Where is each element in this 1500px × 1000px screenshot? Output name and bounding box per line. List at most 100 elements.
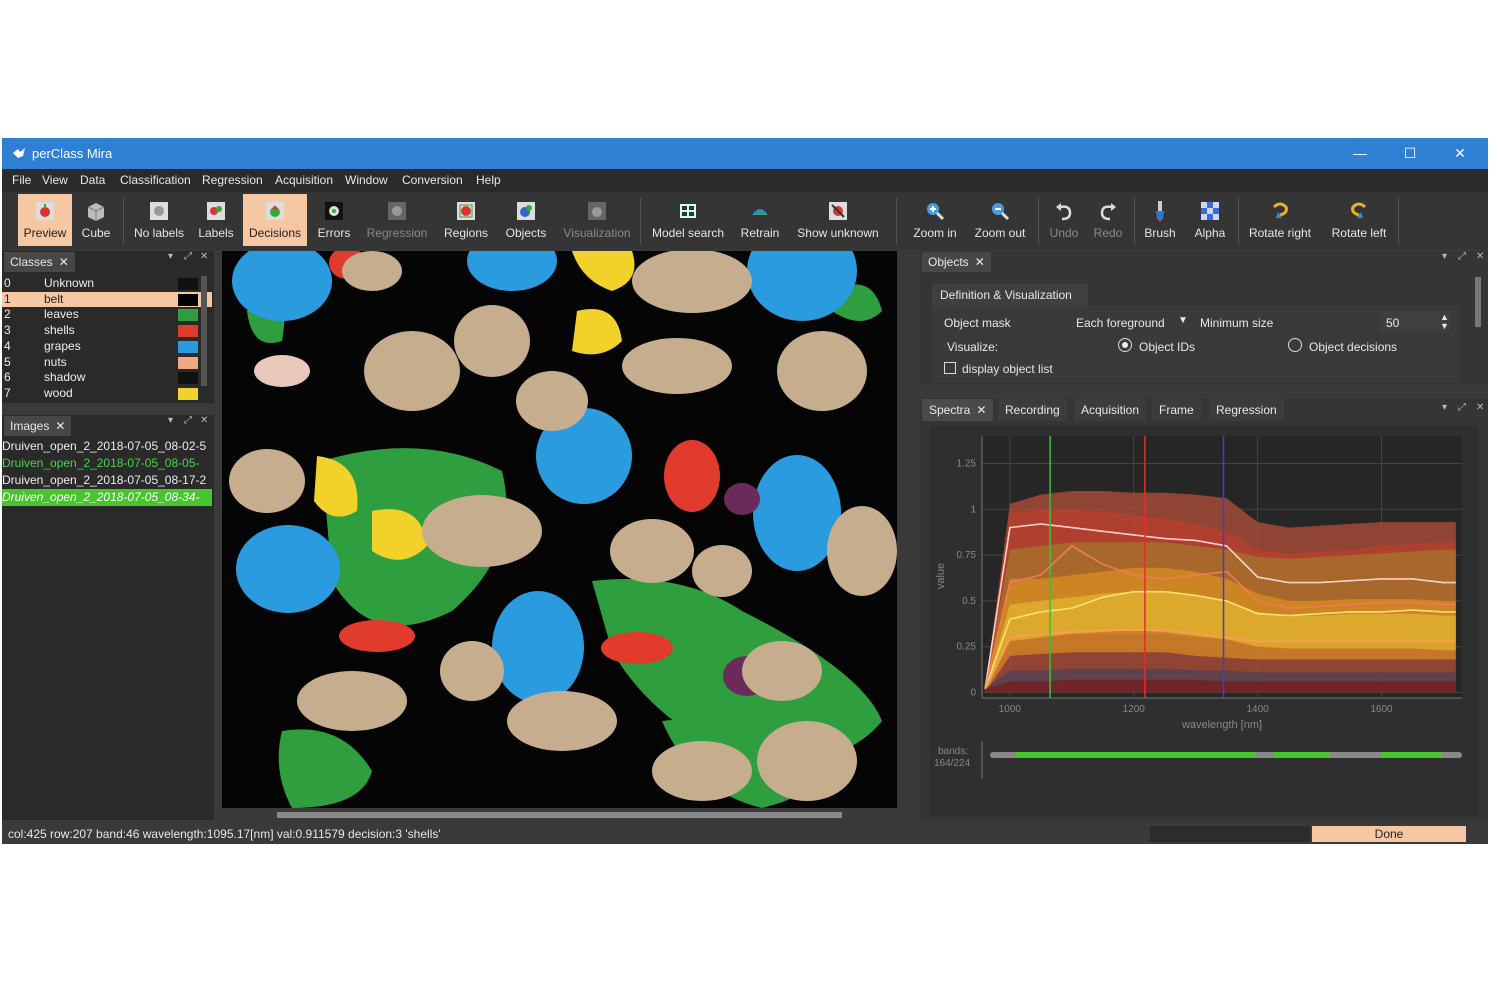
object-mask-select[interactable]: Each foreground ▼ bbox=[1072, 312, 1190, 332]
menu-file[interactable]: File bbox=[12, 173, 31, 187]
no-labels-button[interactable]: No labels bbox=[130, 194, 188, 246]
color-swatch[interactable] bbox=[178, 278, 198, 290]
float-icon[interactable]: ⤢ bbox=[184, 415, 192, 426]
object-ids-label: Object IDs bbox=[1139, 340, 1196, 354]
rotate-right-button[interactable]: Rotate right bbox=[1242, 194, 1318, 246]
chevron-down-icon[interactable]: ▾ bbox=[168, 251, 173, 262]
close-icon[interactable]: ✕ bbox=[1476, 402, 1484, 413]
alpha-button[interactable]: Alpha bbox=[1188, 194, 1232, 246]
image-list-item-selected[interactable]: Druiven_open_2_2018-07-05_08-34- bbox=[2, 489, 212, 506]
band-selection-segment[interactable] bbox=[1016, 752, 1256, 758]
color-swatch[interactable] bbox=[178, 340, 198, 353]
close-icon[interactable]: ✕ bbox=[1476, 251, 1484, 262]
color-swatch[interactable] bbox=[178, 293, 198, 306]
objects-button[interactable]: Objects bbox=[499, 194, 553, 246]
segmentation-image[interactable] bbox=[222, 251, 897, 808]
menu-conversion[interactable]: Conversion bbox=[402, 173, 463, 187]
cube-button[interactable]: Cube bbox=[76, 194, 116, 246]
class-row[interactable]: 0 Unknown bbox=[2, 276, 212, 292]
class-row[interactable]: 4 grapes bbox=[2, 339, 212, 355]
tab-classes[interactable]: Classes ✕ bbox=[4, 252, 75, 272]
decisions-button[interactable]: Decisions bbox=[243, 194, 307, 246]
band-selection-segment[interactable] bbox=[1274, 752, 1330, 758]
band-selection-segment[interactable] bbox=[1382, 752, 1442, 758]
image-list-item[interactable]: Druiven_open_2_2018-07-05_08-05- bbox=[2, 455, 212, 472]
menu-data[interactable]: Data bbox=[80, 173, 105, 187]
close-icon[interactable]: ✕ bbox=[200, 415, 208, 426]
minimum-size-spinbox[interactable]: 50 ▲ ▼ bbox=[1380, 312, 1450, 332]
tab-images[interactable]: Images ✕ bbox=[4, 416, 72, 436]
chevron-down-icon[interactable]: ▾ bbox=[1442, 251, 1447, 262]
class-row-selected[interactable]: 1 belt bbox=[2, 291, 212, 308]
minimize-button[interactable]: — bbox=[1340, 141, 1380, 165]
labels-button[interactable]: Labels bbox=[194, 194, 238, 246]
class-row[interactable]: 3 shells bbox=[2, 323, 212, 339]
class-row[interactable]: 6 shadow bbox=[2, 370, 212, 386]
menu-view[interactable]: View bbox=[42, 173, 68, 187]
preview-button[interactable]: Preview bbox=[18, 194, 72, 246]
rotate-left-icon bbox=[1351, 202, 1367, 218]
close-button[interactable]: ✕ bbox=[1440, 141, 1480, 165]
visualization-button[interactable]: Visualization bbox=[560, 194, 634, 246]
chevron-down-icon[interactable]: ▾ bbox=[168, 415, 173, 426]
menu-regression[interactable]: Regression bbox=[202, 173, 263, 187]
object-ids-radio[interactable] bbox=[1118, 338, 1132, 352]
regions-button[interactable]: Regions bbox=[439, 194, 493, 246]
scrollbar-thumb[interactable] bbox=[277, 812, 842, 818]
close-icon[interactable]: ✕ bbox=[55, 419, 65, 433]
retrain-button[interactable]: Retrain bbox=[736, 194, 784, 246]
spin-arrows-icon[interactable]: ▲ ▼ bbox=[1440, 313, 1449, 331]
zoom-out-button[interactable]: Zoom out bbox=[968, 194, 1032, 246]
rotate-left-button[interactable]: Rotate left bbox=[1324, 194, 1394, 246]
maximize-button[interactable]: ☐ bbox=[1390, 141, 1430, 165]
class-row[interactable]: 7 wood bbox=[2, 386, 212, 402]
undo-button[interactable]: Undo bbox=[1044, 194, 1084, 246]
menu-classification[interactable]: Classification bbox=[120, 173, 191, 187]
color-swatch[interactable] bbox=[178, 356, 198, 369]
tab-objects[interactable]: Objects ✕ bbox=[922, 252, 991, 272]
chevron-down-icon[interactable]: ▾ bbox=[1442, 402, 1447, 413]
tab-frame[interactable]: Frame bbox=[1152, 399, 1201, 421]
menu-acquisition[interactable]: Acquisition bbox=[275, 173, 333, 187]
tab-spectra[interactable]: Spectra ✕ bbox=[922, 399, 994, 421]
image-list-item[interactable]: Druiven_open_2_2018-07-05_08-02-5 bbox=[2, 438, 212, 455]
menu-help[interactable]: Help bbox=[476, 173, 501, 187]
window-title: perClass Mira bbox=[32, 146, 113, 161]
scrollbar[interactable] bbox=[1475, 277, 1481, 327]
close-icon[interactable]: ✕ bbox=[976, 403, 986, 417]
scrollbar[interactable] bbox=[201, 276, 207, 386]
model-search-icon bbox=[680, 204, 696, 218]
float-icon[interactable]: ⤢ bbox=[1458, 251, 1466, 262]
float-icon[interactable]: ⤢ bbox=[184, 251, 192, 262]
color-swatch[interactable] bbox=[178, 372, 198, 385]
scrollbar-track[interactable] bbox=[222, 808, 897, 822]
close-icon[interactable]: ✕ bbox=[975, 255, 985, 269]
tab-recording[interactable]: Recording bbox=[998, 399, 1067, 421]
color-swatch[interactable] bbox=[178, 309, 198, 322]
image-list-item[interactable]: Druiven_open_2_2018-07-05_08-17-2 bbox=[2, 472, 212, 489]
display-object-list-checkbox[interactable] bbox=[944, 362, 956, 374]
class-row[interactable]: 5 nuts bbox=[2, 355, 212, 371]
model-search-button[interactable]: Model search bbox=[648, 194, 728, 246]
errors-button[interactable]: Errors bbox=[312, 194, 356, 246]
object-decisions-radio[interactable] bbox=[1288, 338, 1302, 352]
brush-button[interactable]: Brush bbox=[1140, 194, 1180, 246]
class-row[interactable]: 2 leaves bbox=[2, 307, 212, 323]
redo-button[interactable]: Redo bbox=[1088, 194, 1128, 246]
show-unknown-button[interactable]: Show unknown bbox=[792, 194, 884, 246]
menu-window[interactable]: Window bbox=[345, 173, 388, 187]
image-view[interactable] bbox=[222, 251, 897, 808]
color-swatch[interactable] bbox=[178, 387, 198, 400]
regression-button[interactable]: Regression bbox=[362, 194, 432, 246]
close-icon[interactable]: ✕ bbox=[200, 251, 208, 262]
spectra-chart[interactable]: 1000 1200 1400 1600 0 0.25 0.5 0.75 1 1.25 wavele… bbox=[930, 426, 1478, 816]
bands-label: bands: bbox=[938, 746, 968, 757]
float-icon[interactable]: ⤢ bbox=[1458, 402, 1466, 413]
close-icon[interactable]: ✕ bbox=[59, 255, 69, 269]
tab-definition-visualization[interactable]: Definition & Visualization bbox=[932, 284, 1088, 306]
tab-acquisition[interactable]: Acquisition bbox=[1074, 399, 1147, 421]
zoom-in-button[interactable]: Zoom in bbox=[906, 194, 964, 246]
x-axis-label: wavelength [nm] bbox=[1181, 719, 1262, 731]
tab-regression[interactable]: Regression bbox=[1209, 399, 1284, 421]
color-swatch[interactable] bbox=[178, 325, 198, 338]
